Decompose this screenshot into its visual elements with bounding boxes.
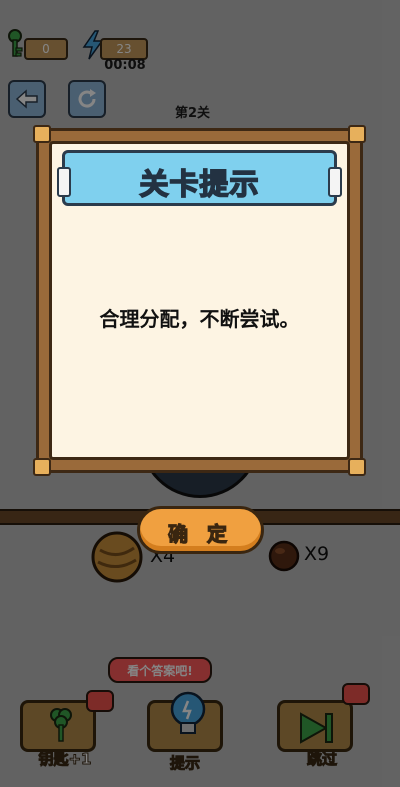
confirm-button[interactable]: 确 定 xyxy=(137,506,264,554)
frame-corner xyxy=(33,458,51,476)
dialog-title-banner: 关卡提示 xyxy=(57,150,342,206)
frame-corner xyxy=(33,125,51,143)
frame-corner xyxy=(348,125,366,143)
hint-text: 合理分配，不断尝试。 xyxy=(99,307,300,331)
frame-corner xyxy=(348,458,366,476)
dialog-title: 关卡提示 xyxy=(139,166,260,202)
confirm-label: 确 定 xyxy=(167,521,233,546)
